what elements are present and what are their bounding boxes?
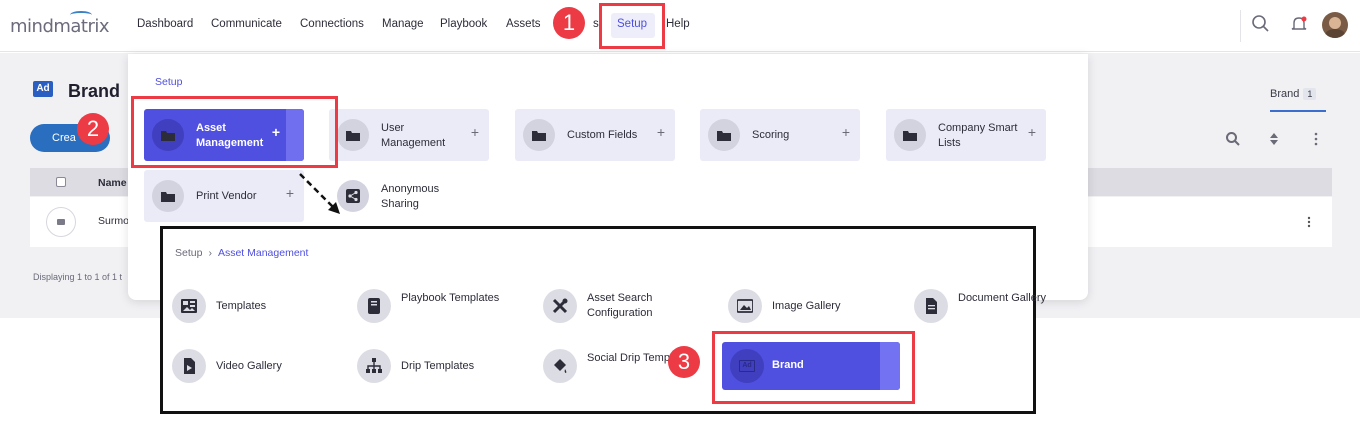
submenu-document-gallery[interactable]: Document Gallery	[914, 287, 1084, 327]
paint-bucket-icon	[543, 349, 577, 383]
expand-plus-icon[interactable]: +	[842, 124, 850, 140]
sort-icon[interactable]	[1268, 131, 1280, 147]
book-icon	[357, 289, 391, 323]
folder-icon	[337, 119, 369, 151]
pagination-text: Displaying 1 to 1 of 1 t	[33, 272, 123, 282]
breadcrumb-asset-management[interactable]: Asset Management	[218, 247, 308, 259]
submenu-image-gallery[interactable]: Image Gallery	[728, 287, 898, 327]
submenu-drip-templates[interactable]: Drip Templates	[357, 347, 527, 387]
templates-icon	[172, 289, 206, 323]
menu-card-user-management[interactable]: User Management +	[329, 109, 489, 161]
more-options-icon[interactable]	[1313, 131, 1319, 147]
tab-brand-label: Brand	[1270, 88, 1300, 100]
tab-count-badge: 1	[1303, 88, 1317, 100]
breadcrumb-chevron-icon: ›	[208, 247, 212, 259]
expand-plus-icon[interactable]: +	[657, 124, 665, 140]
tab-brand[interactable]: Brand 1	[1270, 88, 1317, 100]
card-label: Scoring	[752, 129, 790, 141]
nav-help[interactable]: Help	[666, 18, 690, 30]
nav-assets[interactable]: Assets	[506, 18, 541, 30]
document-icon	[914, 289, 948, 323]
tab-active-indicator	[1270, 110, 1326, 112]
card-label: Anonymous Sharing	[381, 183, 440, 210]
row-more-icon[interactable]	[1306, 215, 1312, 229]
brand-page-badge: Ad	[33, 81, 53, 97]
folder-icon	[523, 119, 555, 151]
submenu-video-gallery[interactable]: Video Gallery	[172, 347, 342, 387]
header-divider	[1240, 10, 1241, 42]
nav-dashboard[interactable]: Dashboard	[137, 18, 193, 30]
expand-plus-icon[interactable]: +	[1028, 124, 1036, 140]
card-label: User Management	[381, 122, 446, 149]
submenu-label: Image Gallery	[772, 300, 841, 312]
table-search-icon[interactable]	[1225, 131, 1241, 147]
nav-manage[interactable]: Manage	[382, 18, 424, 30]
page-title: Brand	[68, 81, 121, 101]
breadcrumb: Setup › Asset Management	[175, 247, 308, 259]
submenu-playbook-templates[interactable]: Playbook Templates	[357, 287, 527, 327]
callout-badge-3: 3	[668, 346, 700, 378]
submenu-label: Asset Search Configuration	[587, 292, 653, 319]
expand-plus-icon[interactable]: +	[471, 124, 479, 140]
row-thumbnail-icon	[46, 207, 76, 237]
image-icon	[728, 289, 762, 323]
submenu-label: Document Gallery	[958, 292, 1047, 304]
breadcrumb-setup[interactable]: Setup	[175, 247, 202, 259]
menu-card-custom-fields[interactable]: Custom Fields +	[515, 109, 675, 161]
menu-card-scoring[interactable]: Scoring +	[700, 109, 860, 161]
menu-item-anonymous-sharing[interactable]: Anonymous Sharing	[329, 170, 489, 222]
callout-box-asset-management	[131, 96, 338, 168]
column-header-name[interactable]: Name	[98, 177, 127, 189]
card-label: Custom Fields	[567, 129, 638, 141]
submenu-asset-search-configuration[interactable]: Asset Search Configuration	[543, 287, 713, 327]
dashed-arrow-icon	[299, 173, 340, 214]
submenu-label: Templates	[216, 300, 267, 312]
card-label: Print Vendor	[196, 190, 257, 202]
sitemap-icon	[357, 349, 391, 383]
submenu-label: Video Gallery	[216, 360, 282, 372]
nav-connections[interactable]: Connections	[300, 18, 364, 30]
user-avatar[interactable]	[1322, 12, 1348, 38]
menu-card-company-smart-lists[interactable]: Company Smart Lists +	[886, 109, 1046, 161]
submenu-label: Drip Templates	[401, 360, 475, 372]
nav-playbook[interactable]: Playbook	[440, 18, 487, 30]
search-icon[interactable]	[1251, 14, 1271, 34]
folder-icon	[152, 180, 184, 212]
submenu-templates[interactable]: Templates	[172, 287, 342, 327]
video-file-icon	[172, 349, 206, 383]
callout-badge-2: 2	[77, 113, 109, 145]
bell-icon[interactable]	[1289, 14, 1309, 34]
expand-plus-icon[interactable]: +	[286, 185, 294, 201]
submenu-label: Playbook Templates	[401, 292, 500, 304]
card-label: Company Smart Lists	[938, 122, 1018, 149]
top-navigation-bar: mindmatrix Dashboard Communicate Connect…	[0, 0, 1360, 52]
callout-box-brand	[712, 331, 915, 404]
select-all-checkbox[interactable]	[56, 177, 66, 187]
row-name[interactable]: Surmo	[98, 215, 129, 227]
callout-badge-1: 1	[553, 7, 585, 39]
nav-communicate[interactable]: Communicate	[211, 18, 282, 30]
folder-icon	[894, 119, 926, 151]
folder-icon	[708, 119, 740, 151]
menu-card-print-vendor[interactable]: Print Vendor +	[144, 170, 304, 222]
tools-icon	[543, 289, 577, 323]
setup-menu-title: Setup	[155, 76, 183, 88]
callout-box-setup	[599, 3, 665, 49]
mindmatrix-logo[interactable]: mindmatrix	[10, 11, 110, 37]
nav-partial-item[interactable]: s	[593, 18, 599, 30]
